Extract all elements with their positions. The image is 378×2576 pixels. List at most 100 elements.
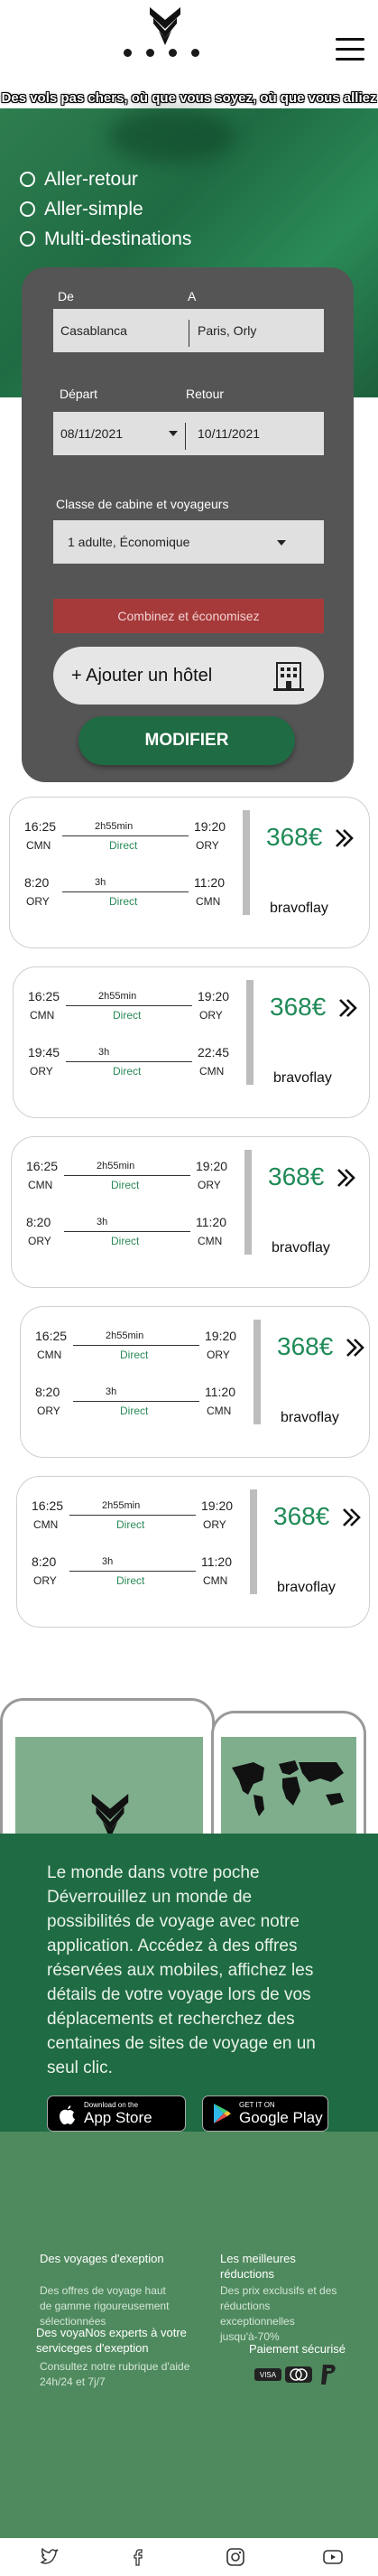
chevron-right-icon[interactable] bbox=[333, 826, 356, 850]
depart-date-input[interactable]: 08/11/2021 bbox=[60, 426, 123, 441]
flight-result-card[interactable]: 16:25 CMN 2h55min Direct 19:20 ORY 8:20 ORY 3h Di… bbox=[11, 1136, 370, 1288]
card-divider bbox=[246, 980, 254, 1085]
arrival-time: 22:45 bbox=[198, 1045, 230, 1059]
from-input[interactable]: Casablanca bbox=[60, 323, 127, 338]
top-header bbox=[0, 0, 378, 90]
youtube-icon[interactable] bbox=[323, 2547, 343, 2567]
route-line bbox=[66, 1005, 192, 1006]
departure-airport: CMN bbox=[37, 1349, 62, 1361]
flight-duration: 3h bbox=[98, 1047, 110, 1058]
price-label: 368€ bbox=[277, 1332, 334, 1360]
combine-save-button[interactable]: Combinez et économisez bbox=[53, 599, 324, 633]
flight-leg: 16:25 CMN 2h55min Direct 19:20 ORY bbox=[17, 1498, 252, 1553]
depart-label: Départ bbox=[60, 387, 98, 401]
radio-aller-simple[interactable]: Aller-simple bbox=[20, 194, 191, 224]
flight-leg: 8:20 ORY 3h Direct 11:20 CMN bbox=[12, 1215, 246, 1269]
card-divider bbox=[250, 1489, 257, 1594]
arrival-time: 11:20 bbox=[205, 1385, 235, 1399]
flight-leg: 16:25 CMN 2h55min Direct 19:20 ORY bbox=[12, 1159, 246, 1213]
departure-time: 16:25 bbox=[28, 989, 60, 1003]
arrival-time: 19:20 bbox=[198, 989, 230, 1003]
route-line bbox=[64, 1231, 190, 1232]
flight-type: Direct bbox=[116, 1518, 145, 1531]
hamburger-menu-icon[interactable] bbox=[336, 38, 364, 61]
departure-airport: ORY bbox=[37, 1405, 60, 1417]
to-input[interactable]: Paris, Orly bbox=[198, 323, 256, 338]
chevron-down-icon bbox=[277, 540, 286, 546]
departure-airport: ORY bbox=[26, 895, 50, 908]
cabin-select[interactable]: 1 adulte, Économique bbox=[53, 520, 324, 564]
route-field: Casablanca Paris, Orly bbox=[53, 309, 324, 352]
departure-airport: ORY bbox=[30, 1065, 53, 1078]
apple-icon bbox=[60, 2105, 75, 2125]
radio-multi-destinations[interactable]: Multi-destinations bbox=[20, 224, 191, 254]
arrival-airport: CMN bbox=[207, 1405, 232, 1417]
arrival-time: 19:20 bbox=[205, 1329, 237, 1343]
to-label: A bbox=[188, 289, 197, 303]
flight-result-card[interactable]: 16:25 CMN 2h55min Direct 19:20 ORY 19:45 ORY 3h D… bbox=[13, 966, 370, 1118]
modify-search-button[interactable]: MODIFIER bbox=[78, 716, 295, 765]
twitter-icon[interactable] bbox=[40, 2547, 60, 2567]
arrival-time: 19:20 bbox=[201, 1498, 234, 1513]
footer-col3-title: Des voyaNos experts à votre serviceges d… bbox=[36, 2326, 187, 2355]
flight-leg: 8:20 ORY 3h Direct 11:20 CMN bbox=[17, 1554, 252, 1609]
route-line bbox=[62, 891, 189, 892]
departure-time: 8:20 bbox=[32, 1554, 57, 1569]
cabin-label: Classe de cabine et voyageurs bbox=[56, 497, 229, 511]
chevron-right-icon[interactable] bbox=[337, 996, 360, 1020]
chevron-down-icon[interactable] bbox=[169, 431, 178, 436]
departure-time: 16:25 bbox=[24, 819, 57, 834]
radio-circle-icon[interactable] bbox=[20, 231, 35, 247]
flight-type: Direct bbox=[120, 1405, 149, 1417]
cabin-value: 1 adulte, Économique bbox=[68, 535, 190, 549]
flight-leg: 19:45 ORY 3h Direct 22:45 CMN bbox=[14, 1045, 248, 1099]
googleplay-big-text: Google Play bbox=[239, 2109, 323, 2126]
facebook-icon[interactable] bbox=[130, 2547, 150, 2567]
footer-col1-desc: Des offres de voyage haut de gamme rigou… bbox=[40, 2284, 170, 2328]
return-date-input[interactable]: 10/11/2021 bbox=[198, 426, 260, 441]
departure-airport: CMN bbox=[33, 1518, 59, 1531]
app-store-button[interactable]: Download on the App Store bbox=[47, 2095, 186, 2132]
add-hotel-button[interactable]: + Ajouter un hôtel bbox=[53, 647, 324, 705]
departure-airport: CMN bbox=[26, 839, 51, 852]
departure-airport: CMN bbox=[28, 1179, 53, 1191]
chevron-right-icon[interactable] bbox=[344, 1336, 367, 1359]
route-line bbox=[66, 1061, 192, 1062]
bird-logo-icon[interactable] bbox=[146, 5, 184, 47]
departure-time: 8:20 bbox=[24, 875, 50, 890]
agency-name: bravoflay bbox=[270, 901, 328, 916]
flight-type: Direct bbox=[111, 1235, 140, 1247]
flight-duration: 2h55min bbox=[97, 1161, 135, 1171]
arrival-airport: ORY bbox=[207, 1349, 230, 1361]
flight-duration: 3h bbox=[97, 1217, 108, 1227]
route-line bbox=[64, 1175, 190, 1176]
payment-title: Paiement sécurisé bbox=[249, 2342, 346, 2356]
departure-time: 8:20 bbox=[26, 1215, 51, 1229]
card-divider bbox=[243, 810, 250, 915]
flight-result-card[interactable]: 16:25 CMN 2h55min Direct 19:20 ORY 8:20 ORY 3h Di… bbox=[9, 797, 370, 948]
radio-circle-icon[interactable] bbox=[20, 201, 35, 217]
appstore-big-text: App Store bbox=[84, 2109, 152, 2126]
radio-label: Aller-simple bbox=[44, 198, 143, 219]
arrival-airport: ORY bbox=[198, 1179, 221, 1191]
price-label: 368€ bbox=[273, 1502, 330, 1530]
flight-type: Direct bbox=[109, 839, 138, 852]
footer-col3-desc: Consultez notre rubrique d'aide 24h/24 e… bbox=[40, 2360, 190, 2388]
radio-circle-icon[interactable] bbox=[20, 172, 35, 187]
route-line bbox=[69, 1515, 196, 1516]
price-label: 368€ bbox=[270, 993, 327, 1021]
flight-type: Direct bbox=[111, 1179, 140, 1191]
flight-type: Direct bbox=[109, 895, 138, 908]
departure-time: 19:45 bbox=[28, 1045, 60, 1059]
search-form-card: De A Casablanca Paris, Orly Départ Retou… bbox=[22, 267, 354, 782]
flight-result-card[interactable]: 16:25 CMN 2h55min Direct 19:20 ORY 8:20 ORY 3h Di… bbox=[16, 1476, 370, 1628]
price-label: 368€ bbox=[268, 1162, 325, 1190]
departure-time: 16:25 bbox=[35, 1329, 68, 1343]
radio-aller-retour[interactable]: Aller-retour bbox=[20, 164, 191, 194]
chevron-right-icon[interactable] bbox=[340, 1506, 364, 1529]
flight-result-card[interactable]: 16:25 CMN 2h55min Direct 19:20 ORY 8:20 ORY 3h Di… bbox=[20, 1306, 370, 1458]
instagram-icon[interactable] bbox=[226, 2547, 245, 2567]
chevron-right-icon[interactable] bbox=[335, 1166, 358, 1190]
google-play-button[interactable]: GET IT ON Google Play bbox=[202, 2095, 328, 2132]
carousel-dots bbox=[124, 49, 205, 58]
